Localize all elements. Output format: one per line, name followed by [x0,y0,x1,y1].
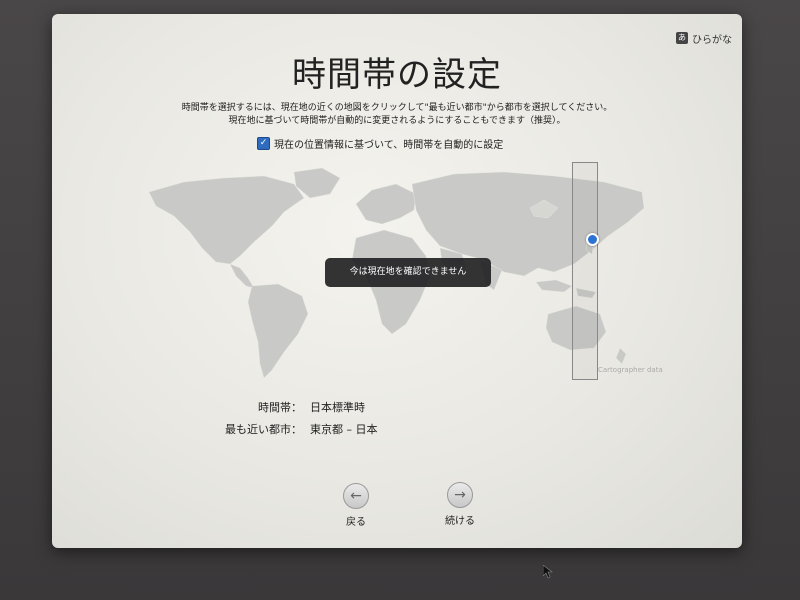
map-credit: Cartographer data [598,366,663,374]
mouse-pointer-icon [543,565,553,579]
auto-timezone-label: 現在の位置情報に基づいて、時間帯を自動的に設定 [274,140,504,151]
timezone-label: 時間帯： [258,401,302,414]
input-method-label: ひらがな [692,34,732,46]
continue-label: 続ける [445,516,475,527]
location-pin-icon [586,233,599,246]
closest-city-label: 最も近い都市： [225,423,302,436]
instruction-line-1: 時間帯を選択するには、現在地の近くの地図をクリックして"最も近い都市"から都市を… [181,103,613,113]
location-status-toast: 今は現在地を確認できません [325,258,491,287]
continue-button[interactable]: → 続ける [430,482,490,527]
input-method-menu[interactable]: あ ひらがな [676,30,732,46]
arrow-left-icon: ← [343,483,369,509]
timezone-highlight-band [572,162,598,380]
timezone-value: 日本標準時 [310,401,365,414]
back-label: 戻る [346,517,366,528]
back-button[interactable]: ← 戻る [326,483,386,528]
arrow-right-icon: → [447,482,473,508]
closest-city-value[interactable]: 東京都 – 日本 [310,421,378,437]
input-method-icon: あ [676,32,688,44]
setup-assistant-window: あ ひらがな 時間帯の設定 時間帯を選択するには、現在地の近くの地図をクリックし… [52,14,742,548]
checkmark-icon: ✓ [257,137,270,150]
auto-timezone-checkbox[interactable]: ✓ 現在の位置情報に基づいて、時間帯を自動的に設定 [257,136,503,151]
instruction-line-2: 現在地に基づいて時間帯が自動的に変更されるようにすることもできます（推奨）。 [228,116,566,126]
page-title: 時間帯の設定 [292,55,502,95]
